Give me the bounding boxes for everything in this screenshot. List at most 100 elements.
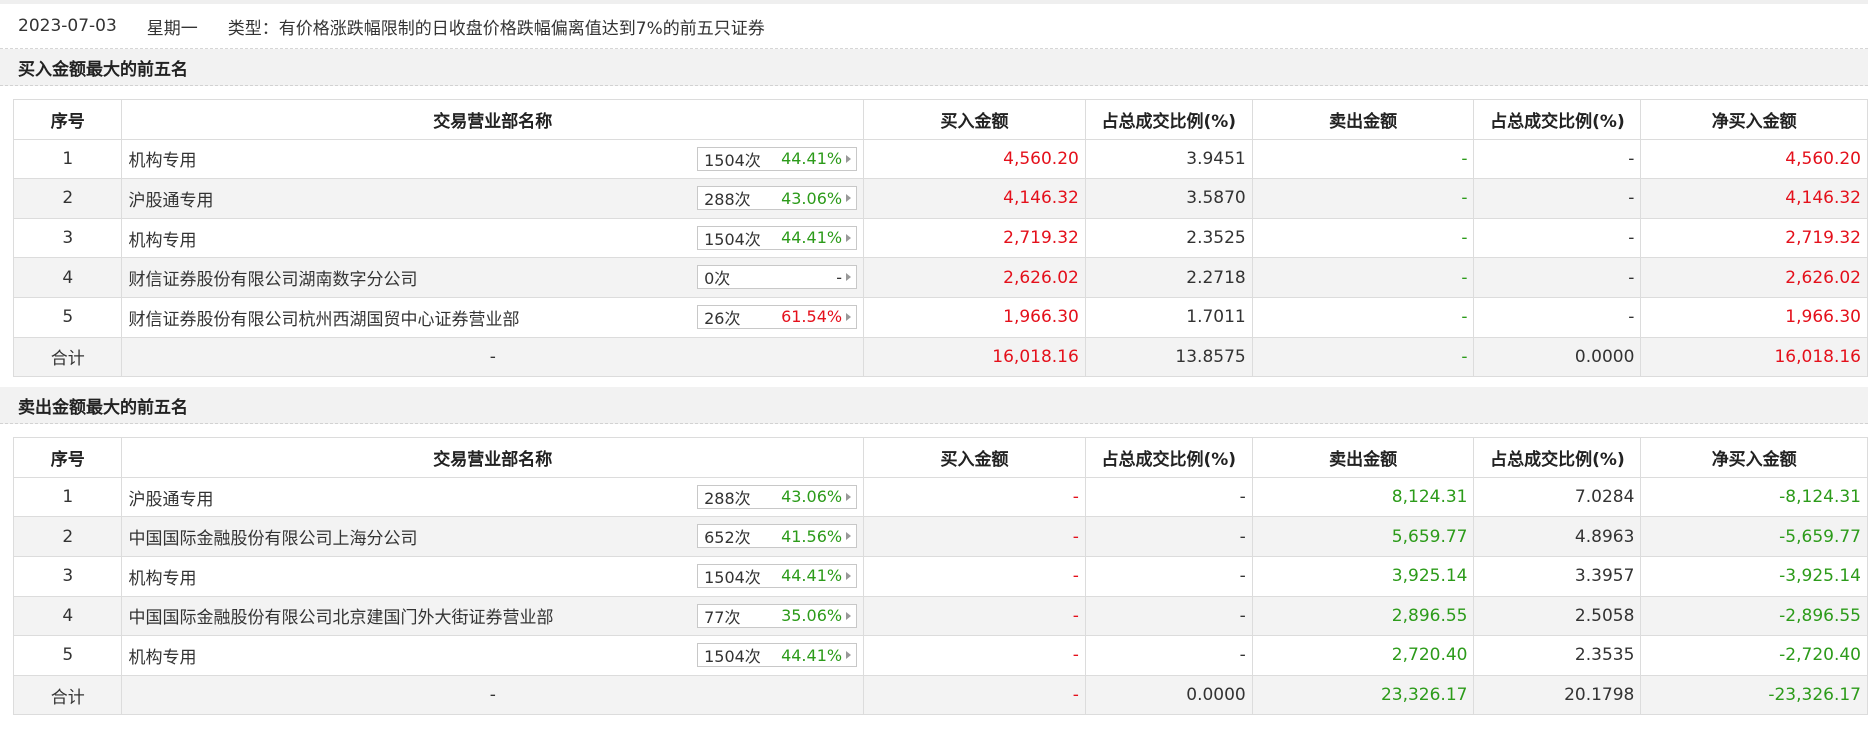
- buy-amount: -: [863, 516, 1086, 557]
- caret-right-icon: [846, 273, 852, 282]
- row-index: 4: [12, 595, 123, 637]
- success-rate: 44.41%: [781, 228, 843, 248]
- branch-name-link[interactable]: 中国国际金融股份有限公司北京建国门外大街证券营业部: [128, 603, 553, 628]
- branch-stat-toggle[interactable]: 77次 35.06%: [697, 603, 858, 628]
- branch-name-link[interactable]: 机构专用: [128, 146, 196, 171]
- branch-name-link[interactable]: 财信证券股份有限公司湖南数字分公司: [128, 265, 417, 290]
- branch-name-link[interactable]: 沪股通专用: [128, 186, 213, 211]
- branch-name-cell[interactable]: 沪股通专用 288次 43.06%: [121, 476, 865, 518]
- table-row: 3 机构专用 1504次 44.41% 2,719.32 2.3525- -2,719.32: [12, 217, 1868, 259]
- listing-count: 288次: [704, 488, 751, 508]
- buy-ratio: 3.9451: [1084, 138, 1253, 180]
- total-name: -: [121, 336, 865, 378]
- branch-stat-toggle[interactable]: 288次 43.06%: [697, 186, 858, 211]
- branch-name-cell[interactable]: 中国国际金融股份有限公司北京建国门外大街证券营业部 77次 35.06%: [121, 595, 865, 637]
- branch-name-cell[interactable]: 沪股通专用 288次 43.06%: [121, 178, 865, 219]
- branch-stat-toggle[interactable]: 1504次 44.41%: [697, 643, 858, 668]
- sell-amount: -: [1251, 138, 1475, 180]
- listing-count: 288次: [704, 190, 751, 210]
- success-rate: 43.06%: [781, 188, 843, 208]
- caret-right-icon: [846, 154, 852, 163]
- listing-count: 1504次: [704, 229, 761, 249]
- branch-stat-toggle[interactable]: 1504次 44.41%: [697, 146, 858, 171]
- branch-name-cell[interactable]: 财信证券股份有限公司湖南数字分公司 0次 -: [121, 257, 865, 298]
- branch-name-link[interactable]: 机构专用: [128, 564, 196, 589]
- sell-table: 序号 交易营业部名称 买入金额 占总成交比例(%) 卖出金额 占总成交比例(%)…: [12, 437, 1868, 716]
- branch-name-cell[interactable]: 机构专用 1504次 44.41%: [121, 217, 865, 259]
- total-label: 合计: [12, 336, 123, 378]
- sell-amount: -: [1251, 217, 1475, 259]
- branch-name-link[interactable]: 沪股通专用: [128, 485, 213, 510]
- row-index: 1: [12, 476, 123, 518]
- buy-amount: 4,560.20: [863, 138, 1086, 180]
- trade-date: 2023-07-03: [18, 16, 117, 36]
- row-index: 3: [12, 217, 123, 259]
- total-sell-ratio: 0.0000: [1473, 336, 1642, 378]
- branch-name-link[interactable]: 财信证券股份有限公司杭州西湖国贸中心证券营业部: [128, 305, 519, 330]
- buy-table: 序号 交易营业部名称 买入金额 占总成交比例(%) 卖出金额 占总成交比例(%)…: [12, 99, 1868, 378]
- sell-ratio: -: [1473, 178, 1642, 219]
- net-buy-amount: 2,626.02: [1640, 257, 1868, 298]
- buy-amount: 1,966.30: [863, 296, 1086, 338]
- col-branch-name: 交易营业部名称: [121, 437, 865, 478]
- branch-name-link[interactable]: 中国国际金融股份有限公司上海分公司: [128, 524, 417, 549]
- list-type: 类型：有价格涨跌幅限制的日收盘价格跌幅偏离值达到7%的前五只证券: [227, 18, 765, 39]
- table-row: 5 机构专用 1504次 44.41% - -2,720.40 2.3535 -2,720.4…: [12, 635, 1868, 676]
- buy-ratio: 3.5870: [1084, 178, 1253, 219]
- total-row: 合计 - -0.0000 23,326.17 20.1798 -23,326.17: [12, 674, 1868, 716]
- caret-right-icon: [846, 611, 852, 620]
- buy-amount: -: [863, 595, 1086, 637]
- col-buy-ratio: 占总成交比例(%): [1084, 437, 1253, 478]
- branch-stat-toggle[interactable]: 0次 -: [697, 265, 858, 290]
- branch-stat-toggle[interactable]: 1504次 44.41%: [697, 225, 858, 250]
- sell-ratio: -: [1473, 217, 1642, 259]
- sell-ratio: 2.3535: [1473, 635, 1642, 676]
- net-buy-amount: -5,659.77: [1640, 516, 1868, 557]
- buy-table-header: 序号 交易营业部名称 买入金额 占总成交比例(%) 卖出金额 占总成交比例(%)…: [12, 99, 1868, 140]
- branch-name-cell[interactable]: 财信证券股份有限公司杭州西湖国贸中心证券营业部 26次 61.54%: [121, 296, 865, 338]
- total-sell-amount: 23,326.17: [1251, 674, 1475, 716]
- branch-name-cell[interactable]: 中国国际金融股份有限公司上海分公司 652次 41.56%: [121, 516, 865, 557]
- listing-count: 26次: [704, 308, 741, 328]
- col-branch-name: 交易营业部名称: [121, 99, 865, 140]
- table-row: 1 机构专用 1504次 44.41% 4,560.20 3.9451- -4,560.20: [12, 138, 1868, 180]
- branch-stat-toggle[interactable]: 652次 41.56%: [697, 524, 858, 549]
- buy-ratio: -: [1084, 476, 1253, 518]
- row-index: 4: [12, 257, 123, 298]
- row-index: 3: [12, 555, 123, 597]
- sell-amount: 2,896.55: [1251, 595, 1475, 637]
- col-sell-ratio: 占总成交比例(%): [1473, 437, 1642, 478]
- total-buy-ratio: 0.0000: [1084, 674, 1253, 716]
- branch-name-cell[interactable]: 机构专用 1504次 44.41%: [121, 635, 865, 676]
- buy-section-title: 买入金额最大的前五名: [0, 49, 1868, 86]
- buy-amount: -: [863, 635, 1086, 676]
- branch-stat-toggle[interactable]: 1504次 44.41%: [697, 563, 858, 588]
- buy-ratio: -: [1084, 516, 1253, 557]
- branch-name-cell[interactable]: 机构专用 1504次 44.41%: [121, 138, 865, 180]
- listing-count: 652次: [704, 528, 751, 548]
- total-sell-amount: -: [1251, 336, 1475, 378]
- success-rate: 41.56%: [781, 526, 843, 546]
- buy-ratio: 1.7011: [1084, 296, 1253, 338]
- net-buy-amount: -2,720.40: [1640, 635, 1868, 676]
- table-row: 4 中国国际金融股份有限公司北京建国门外大街证券营业部 77次 35.06% - -2,8…: [12, 595, 1868, 637]
- branch-name-link[interactable]: 机构专用: [128, 226, 196, 251]
- branch-stat-toggle[interactable]: 26次 61.54%: [697, 304, 858, 329]
- success-rate: 35.06%: [781, 606, 843, 626]
- buy-ratio: -: [1084, 595, 1253, 637]
- col-sell-amount: 卖出金额: [1251, 437, 1475, 478]
- table-row: 1 沪股通专用 288次 43.06% - -8,124.31 7.0284 -8,124.3…: [12, 476, 1868, 518]
- sell-ratio: 7.0284: [1473, 476, 1642, 518]
- sell-ratio: -: [1473, 257, 1642, 298]
- col-net-buy: 净买入金额: [1640, 437, 1868, 478]
- branch-stat-toggle[interactable]: 288次 43.06%: [697, 484, 858, 509]
- total-row: 合计 -16,018.16 13.8575-0.0000 16,018.16: [12, 336, 1868, 378]
- table-row: 4 财信证券股份有限公司湖南数字分公司 0次 -2,626.02 2.2718- -2,6…: [12, 257, 1868, 298]
- sell-table-header: 序号 交易营业部名称 买入金额 占总成交比例(%) 卖出金额 占总成交比例(%)…: [12, 437, 1868, 478]
- row-index: 2: [12, 516, 123, 557]
- total-sell-ratio: 20.1798: [1473, 674, 1642, 716]
- net-buy-amount: -3,925.14: [1640, 555, 1868, 597]
- net-buy-amount: 1,966.30: [1640, 296, 1868, 338]
- branch-name-cell[interactable]: 机构专用 1504次 44.41%: [121, 555, 865, 597]
- branch-name-link[interactable]: 机构专用: [128, 643, 196, 668]
